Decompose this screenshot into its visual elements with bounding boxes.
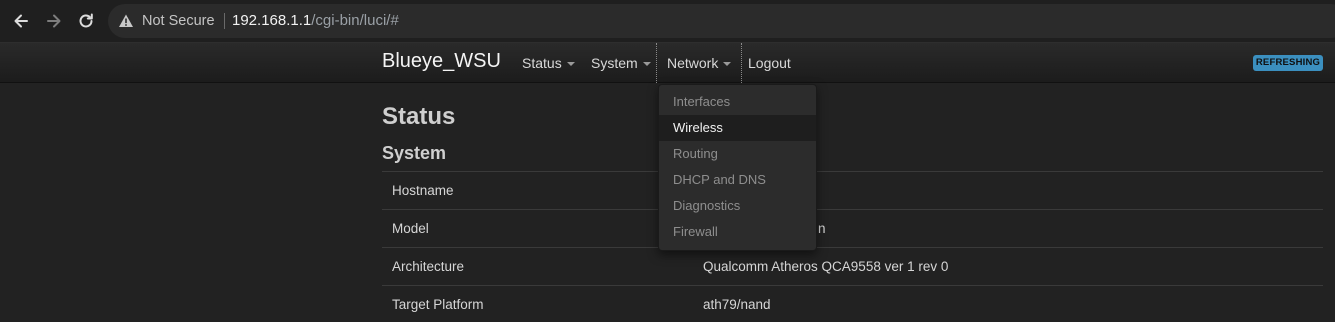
browser-toolbar: Not Secure 192.168.1.1/cgi-bin/luci/# [0,0,1335,43]
menu-status-label: Status [522,55,562,71]
table-row: Architecture Qualcomm Atheros QCA9558 ve… [382,247,1323,285]
luci-navbar: Blueye_WSU Status System Network Logout … [0,43,1335,83]
warning-icon[interactable] [118,13,134,29]
caret-down-icon [566,62,575,67]
dropdown-item-firewall[interactable]: Firewall [659,219,816,245]
menu-network-label: Network [667,55,719,71]
address-bar[interactable]: Not Secure 192.168.1.1/cgi-bin/luci/# [108,4,1335,38]
table-row: Model n [382,209,1323,247]
menu-logout[interactable]: Logout [748,43,791,83]
menu-system[interactable]: System [591,43,651,83]
url-path: /cgi-bin/luci/# [311,12,399,29]
dropdown-item-wireless[interactable]: Wireless [659,115,816,141]
row-key: Hostname [392,183,454,198]
row-value: ath79/nand [703,297,771,312]
row-key: Model [392,221,429,236]
menu-status[interactable]: Status [522,43,575,83]
brand-title[interactable]: Blueye_WSU [382,50,501,73]
address-separator [224,13,225,29]
dropdown-item-interfaces[interactable]: Interfaces [659,89,816,115]
url-host: 192.168.1.1 [232,12,312,29]
caret-down-icon [723,62,732,67]
row-value: Qualcomm Atheros QCA9558 ver 1 rev 0 [703,259,949,274]
row-key: Target Platform [392,297,484,312]
menu-logout-label: Logout [748,55,791,71]
row-value: n [818,221,826,236]
section-title: System [382,143,447,163]
caret-down-icon [642,62,651,67]
system-info-table: Hostname Model n Architecture Qualcomm A… [382,171,1323,322]
table-row: Hostname [382,171,1323,209]
table-row: Target Platform ath79/nand [382,285,1323,322]
menu-network[interactable]: Network [656,43,743,83]
reload-icon[interactable] [74,9,98,33]
security-label[interactable]: Not Secure [142,13,215,29]
page-title: Status [382,103,456,130]
dropdown-item-routing[interactable]: Routing [659,141,816,167]
dropdown-item-diagnostics[interactable]: Diagnostics [659,193,816,219]
refreshing-badge[interactable]: REFRESHING [1253,55,1323,71]
forward-arrow-icon[interactable] [42,9,66,33]
row-key: Architecture [392,259,465,274]
network-dropdown-menu: Interfaces Wireless Routing DHCP and DNS… [658,84,817,251]
dropdown-item-dhcp-dns[interactable]: DHCP and DNS [659,167,816,193]
back-arrow-icon[interactable] [9,9,33,33]
url-text[interactable]: 192.168.1.1/cgi-bin/luci/# [232,12,399,29]
menu-system-label: System [591,55,638,71]
